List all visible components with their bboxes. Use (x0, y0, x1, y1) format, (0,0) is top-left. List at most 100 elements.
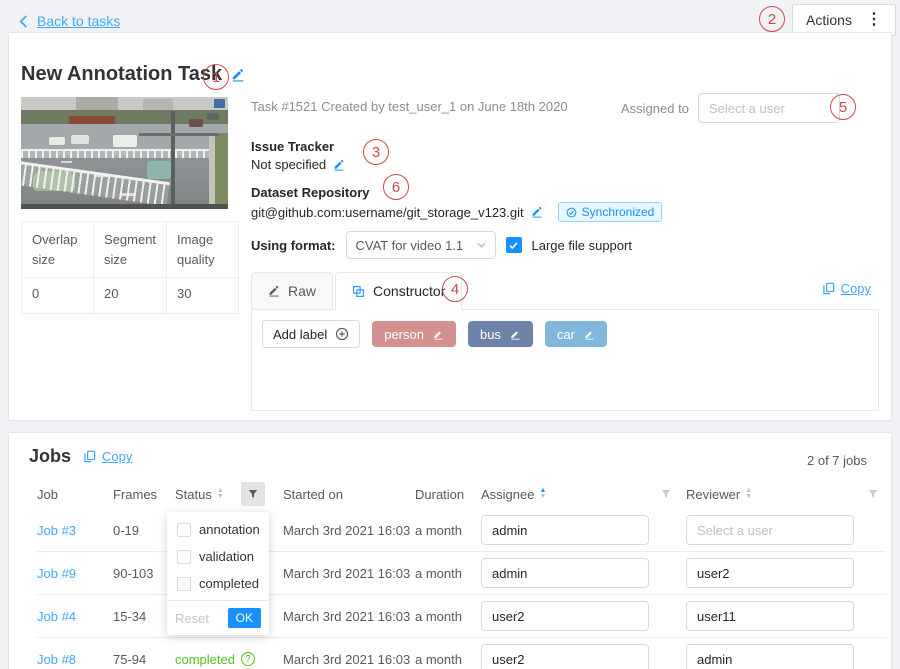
filter-option-completed[interactable]: completed (167, 570, 269, 597)
annotation-marker-3: 3 (363, 139, 389, 165)
copy-icon (822, 282, 835, 295)
preview-shop-awning (69, 116, 115, 124)
annotation-marker-5: 5 (830, 94, 856, 120)
labels-tabbar: Raw Constructor Copy (251, 271, 879, 310)
reviewer-input[interactable] (686, 515, 854, 545)
preview-pole (171, 111, 175, 209)
job-link[interactable]: Job #4 (37, 609, 113, 624)
copy-icon (83, 450, 96, 463)
preview-sidewalk (209, 133, 215, 209)
edit-label-icon[interactable] (510, 329, 521, 340)
reviewer-input[interactable] (686, 601, 854, 631)
col-frames: Frames (113, 487, 175, 502)
filter-funnel-icon (247, 488, 259, 500)
edit-label-icon[interactable] (584, 329, 595, 340)
job-link[interactable]: Job #8 (37, 652, 113, 667)
cvat-task-page: Back to tasks Actions ⋮ New Annotation T… (0, 0, 900, 669)
param-value-segment: 20 (94, 278, 167, 314)
tab-raw-label: Raw (288, 283, 316, 299)
reviewer-sorter[interactable]: ▲▼ (745, 488, 752, 500)
filter-option-validation[interactable]: validation (167, 543, 269, 570)
param-header-quality: Image quality (167, 222, 239, 278)
assigned-to-label: Assigned to (621, 101, 689, 116)
job-started: March 3rd 2021 16:03 (283, 652, 415, 667)
job-started: March 3rd 2021 16:03 (283, 609, 415, 624)
checkbox[interactable] (177, 523, 191, 537)
format-select[interactable]: CVAT for video 1.1 (346, 231, 496, 259)
format-select-value: CVAT for video 1.1 (356, 238, 464, 253)
kebab-menu-icon: ⋮ (866, 12, 882, 28)
job-row: Job #9 90-103 March 3rd 2021 16:03 a mon… (37, 552, 885, 595)
job-row: Job #3 0-19 March 3rd 2021 16:03 a month (37, 509, 885, 552)
chevron-down-icon (477, 242, 486, 248)
job-link[interactable]: Job #3 (37, 523, 113, 538)
preview-median-fence (21, 149, 228, 158)
status-filter-dropdown: annotation validation completed Reset OK (167, 512, 269, 635)
job-duration: a month (415, 652, 481, 667)
back-to-tasks-label: Back to tasks (37, 13, 120, 29)
reviewer-input[interactable] (686, 644, 854, 669)
copy-labels-link[interactable]: Copy (822, 281, 871, 296)
assignee-sorter[interactable]: ▲▼ (539, 488, 546, 500)
assignee-input[interactable] (481, 515, 649, 545)
col-status: Status (175, 487, 212, 502)
preview-van-teal (147, 161, 171, 179)
edit-issue-tracker-icon[interactable] (333, 159, 345, 171)
job-started: March 3rd 2021 16:03 (283, 523, 415, 538)
filter-reset-button[interactable]: Reset (175, 611, 209, 626)
preview-hedge (215, 133, 228, 209)
filter-ok-button[interactable]: OK (228, 608, 261, 628)
jobs-card: Jobs Copy 2 of 7 jobs Job Frames Status … (8, 432, 892, 669)
label-chip-bus[interactable]: bus (468, 321, 533, 347)
sync-status-badge: Synchronized (558, 202, 663, 222)
assigned-to-input[interactable] (698, 93, 840, 123)
edit-task-name-icon[interactable] (231, 68, 245, 82)
large-file-checkbox[interactable] (506, 237, 522, 253)
preview-car (189, 119, 203, 127)
preview-lane-marking (61, 161, 72, 163)
jobs-title: Jobs (29, 446, 71, 467)
param-header-overlap: Overlap size (22, 222, 94, 278)
filter-option-annotation[interactable]: annotation (167, 516, 269, 543)
assignee-input[interactable] (481, 601, 649, 631)
job-link[interactable]: Job #9 (37, 566, 113, 581)
annotation-marker-4: 4 (442, 276, 468, 302)
question-circle-icon[interactable]: ? (241, 652, 255, 666)
edit-label-icon[interactable] (433, 329, 444, 340)
checkbox[interactable] (177, 550, 191, 564)
copy-jobs-link[interactable]: Copy (83, 449, 132, 464)
col-started: Started on (283, 487, 415, 502)
assignee-input[interactable] (481, 644, 649, 669)
task-title: New Annotation Task (21, 63, 222, 86)
param-value-overlap: 0 (22, 278, 94, 314)
col-duration: Duration (415, 487, 481, 502)
status-filter-button[interactable] (241, 482, 265, 506)
assignee-filter-button[interactable] (660, 488, 672, 500)
label-chip-car[interactable]: car (545, 321, 607, 347)
assignee-input[interactable] (481, 558, 649, 588)
preview-car (207, 113, 219, 120)
using-format-label: Using format: (251, 238, 336, 253)
edit-repository-icon[interactable] (531, 206, 543, 218)
chevron-left-icon (18, 15, 29, 28)
job-row: Job #4 15-34 March 3rd 2021 16:03 a mont… (37, 595, 885, 638)
issue-tracker-label: Issue Tracker (251, 139, 334, 154)
reviewer-input[interactable] (686, 558, 854, 588)
preview-van (113, 135, 137, 147)
job-started: March 3rd 2021 16:03 (283, 566, 415, 581)
status-sorter[interactable]: ▲▼ (217, 488, 224, 500)
dataset-repository-url: git@github.com:username/git_storage_v123… (251, 205, 524, 220)
add-label-button[interactable]: Add label (262, 320, 360, 348)
check-circle-icon (566, 207, 577, 218)
job-frames: 15-34 (113, 609, 175, 624)
checkbox[interactable] (177, 577, 191, 591)
plus-circle-icon (335, 327, 349, 341)
back-to-tasks-link[interactable]: Back to tasks (18, 13, 120, 29)
reviewer-filter-button[interactable] (867, 488, 879, 500)
tab-raw[interactable]: Raw (251, 272, 333, 310)
preview-building (76, 97, 118, 110)
label-chip-person[interactable]: person (372, 321, 456, 347)
job-status: completed (175, 652, 235, 667)
large-file-label: Large file support (532, 238, 632, 253)
jobs-count: 2 of 7 jobs (807, 453, 867, 468)
